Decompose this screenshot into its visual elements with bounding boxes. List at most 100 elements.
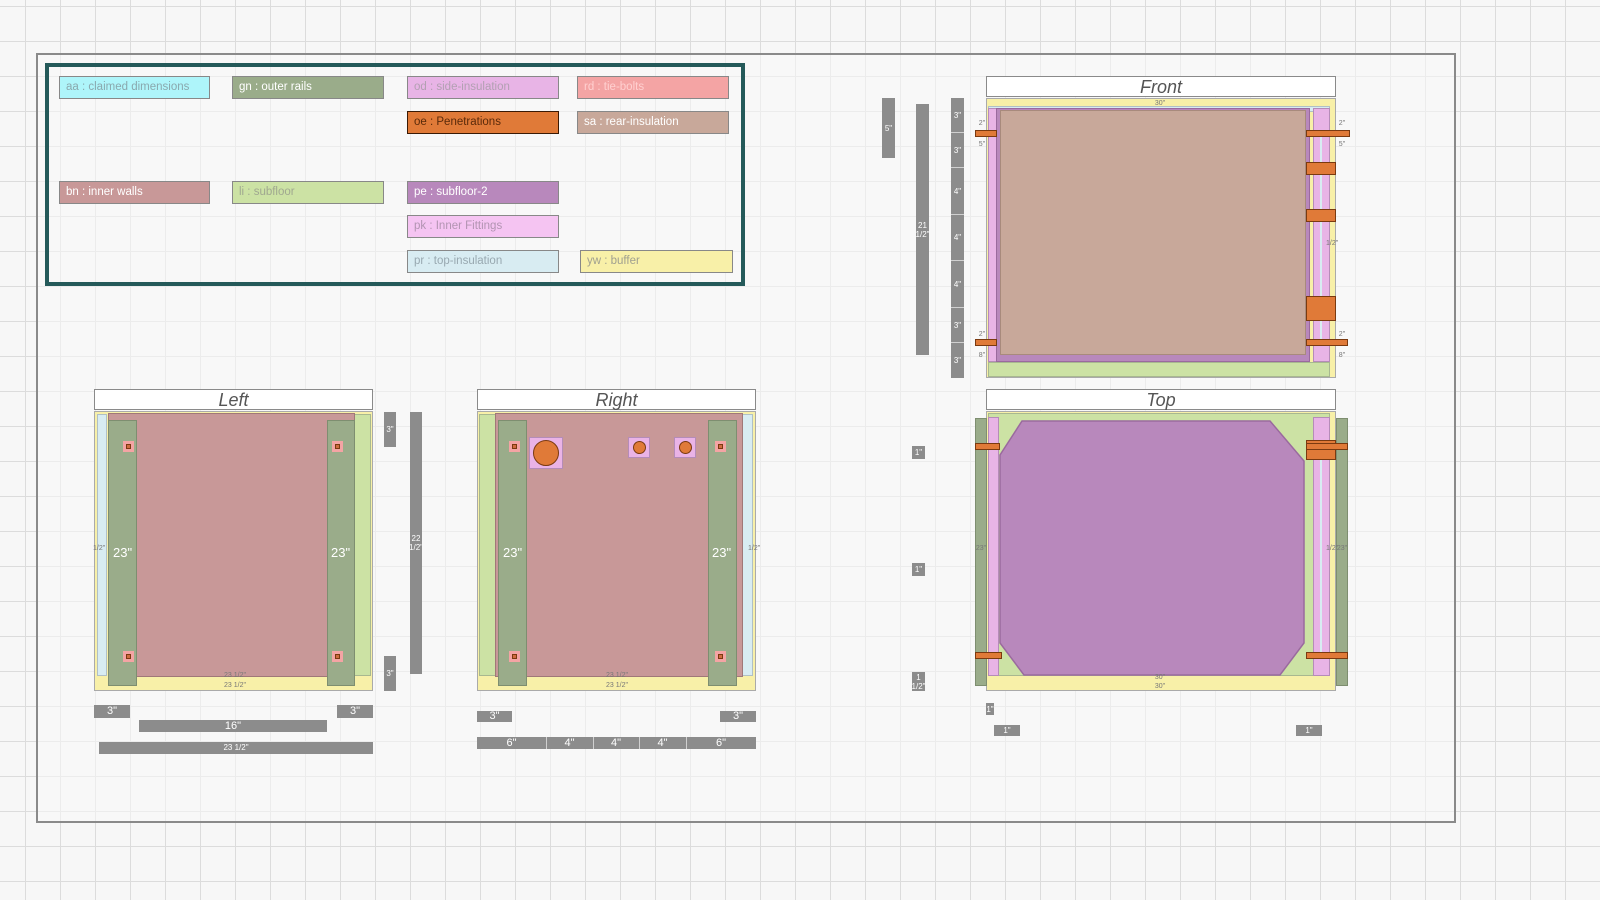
left-view-title: Left	[94, 389, 373, 410]
left-side-dim: 1/2"	[93, 545, 106, 552]
front-side-dim: 1/2"	[1326, 240, 1339, 247]
front-left-dim-seg: 3"	[951, 308, 964, 343]
legend-item: aa : claimed dimensions	[59, 76, 210, 99]
right-dim-seg: 6"	[506, 737, 517, 749]
front-corner-dim: 2"	[978, 120, 986, 127]
left-inner-walls	[108, 413, 355, 677]
legend-item: pk : Inner Fittings	[407, 215, 559, 238]
top-foot-dim: 1"	[986, 703, 994, 715]
left-vert-dim-total: 22 1/2"	[410, 412, 422, 674]
left-subfloor	[354, 414, 371, 676]
top-view-title: Top	[986, 389, 1336, 410]
right-view-title: Right	[477, 389, 756, 410]
top-penetration	[975, 443, 1000, 450]
right-dim-seg: 4"	[657, 737, 668, 749]
front-corner-dim: 2"	[1338, 120, 1346, 127]
front-view-title: Front	[986, 76, 1336, 97]
right-penetration	[633, 441, 646, 454]
top-left-dim: 1"	[912, 446, 925, 459]
front-penetration	[1306, 339, 1348, 346]
right-tie-bolt	[715, 441, 726, 452]
top-bottom-dim: 30"	[1154, 683, 1166, 690]
front-corner-dim: 5"	[978, 141, 986, 148]
front-corner-dim: 5"	[1338, 141, 1346, 148]
front-penetration	[1306, 209, 1336, 222]
legend-item: oe : Penetrations	[407, 111, 559, 134]
left-rail-label-right: 23"	[331, 545, 351, 560]
left-bottom-dim: 23 1/2"	[224, 682, 246, 689]
front-penetration	[975, 130, 997, 137]
legend-item: li : subfloor	[232, 181, 384, 204]
top-penetration	[1306, 652, 1348, 659]
front-total-dim: 21 1/2"	[916, 104, 929, 355]
left-dim-row2: 16"	[139, 720, 327, 732]
legend-item: gn : outer rails	[232, 76, 384, 99]
top-side-dim: 1/2"	[1326, 545, 1339, 552]
top-left-dim: 1"	[912, 563, 925, 576]
front-left-dim-seg: 3"	[953, 356, 962, 365]
front-left-dim-seg: 3"	[951, 98, 964, 133]
top-left-dim: 1 1/2"	[912, 672, 925, 691]
left-tie-bolt	[332, 441, 343, 452]
legend-item: sa : rear-insulation	[577, 111, 729, 134]
top-bottom-dim: 30"	[1154, 674, 1166, 681]
top-foot-dim: 1"	[1296, 725, 1322, 736]
top-penetration	[975, 652, 1002, 659]
left-dim-row1-a: 3"	[94, 705, 130, 718]
left-tie-bolt	[123, 651, 134, 662]
front-left-dim-seg: 4"	[951, 215, 964, 261]
left-bottom-dim: 23 1/2"	[224, 672, 246, 679]
legend-item: pe : subfloor-2	[407, 181, 559, 204]
front-penetration	[1306, 296, 1336, 321]
left-tie-bolt	[123, 441, 134, 452]
left-vert-dim-bottom: 3"	[384, 656, 396, 691]
right-dim-seg: 4"	[564, 737, 575, 749]
front-subfloor	[988, 362, 1330, 377]
right-rail-label-right: 23"	[712, 545, 732, 560]
right-bottom-dim: 23 1/2"	[606, 672, 628, 679]
left-dim-row3: 23 1/2"	[99, 742, 373, 754]
front-left-dim-seg: 3"	[951, 133, 964, 168]
front-left-dim-seg: 4"	[951, 261, 964, 308]
left-vert-dim-top: 3"	[384, 412, 396, 447]
top-penetration	[1306, 443, 1348, 450]
front-penetration	[1306, 130, 1350, 137]
legend-item: od : side-insulation	[407, 76, 559, 99]
right-dim-seg: 4"	[610, 737, 622, 749]
right-tie-bolt	[509, 441, 520, 452]
top-foot-dim: 1"	[994, 725, 1020, 736]
front-left-dim-seg: 4"	[951, 168, 964, 215]
front-rear-insulation	[1000, 110, 1306, 355]
front-left-dims: 3" 3" 4" 4" 4" 3" 3"	[951, 98, 964, 378]
left-rail-label-left: 23"	[113, 545, 133, 560]
top-subfloor-2-shape	[999, 420, 1305, 676]
right-dim-row1-a: 3"	[477, 711, 512, 722]
right-tie-bolt	[509, 651, 520, 662]
front-penetration	[975, 339, 997, 346]
legend-item: yw : buffer	[580, 250, 733, 273]
left-tie-bolt	[332, 651, 343, 662]
top-subfloor-2	[999, 420, 1305, 676]
front-corner-dim: 8"	[1338, 352, 1346, 359]
right-penetration	[679, 441, 692, 454]
right-subfloor	[479, 414, 496, 676]
left-dim-row1-b: 3"	[337, 705, 373, 718]
right-dim-row2: 6" 4" 4" 4" 6"	[477, 737, 756, 749]
right-penetration	[533, 440, 559, 466]
right-side-dim: 1/2"	[748, 545, 761, 552]
top-side-dim-left: 23"	[975, 545, 987, 552]
legend-item: pr : top-insulation	[407, 250, 559, 273]
right-dim-seg: 6"	[715, 737, 727, 749]
front-corner-dim: 2"	[978, 331, 986, 338]
legend-item: bn : inner walls	[59, 181, 210, 204]
right-dim-row1-b: 3"	[720, 711, 756, 722]
front-small-dim: 5"	[882, 98, 895, 158]
legend-item: rd : tie-bolts	[577, 76, 729, 99]
right-tie-bolt	[715, 651, 726, 662]
top-rail-right	[1336, 418, 1348, 686]
front-corner-dim: 2"	[1338, 331, 1346, 338]
front-corner-dim: 8"	[978, 352, 986, 359]
front-penetration	[1306, 162, 1336, 175]
right-bottom-dim: 23 1/2"	[606, 682, 628, 689]
right-rail-label-left: 23"	[503, 545, 523, 560]
